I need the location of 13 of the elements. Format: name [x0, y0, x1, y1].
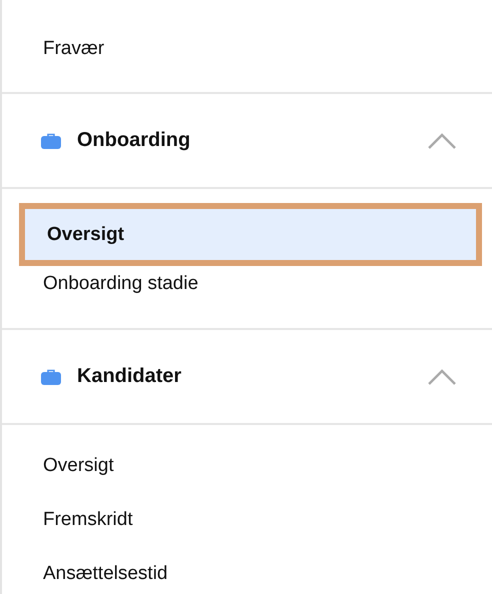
menu-item[interactable]: Fravær	[19, 22, 482, 76]
menu-item[interactable]: Oversigt	[19, 439, 482, 493]
menu-item[interactable]: Oversigt	[19, 203, 482, 266]
menu-item[interactable]: Ansættelsestid	[19, 547, 482, 594]
chevron-up-icon[interactable]	[428, 132, 456, 148]
briefcase-icon	[41, 132, 61, 148]
chevron-up-icon[interactable]	[428, 368, 456, 384]
section-header[interactable]: Kandidater	[2, 330, 492, 425]
section-header[interactable]: Onboarding	[2, 94, 492, 189]
menu-item[interactable]: Fremskridt	[19, 493, 482, 547]
briefcase-icon	[41, 368, 61, 384]
section-title: Onboarding	[77, 129, 192, 152]
section-title: Kandidater	[77, 365, 182, 388]
